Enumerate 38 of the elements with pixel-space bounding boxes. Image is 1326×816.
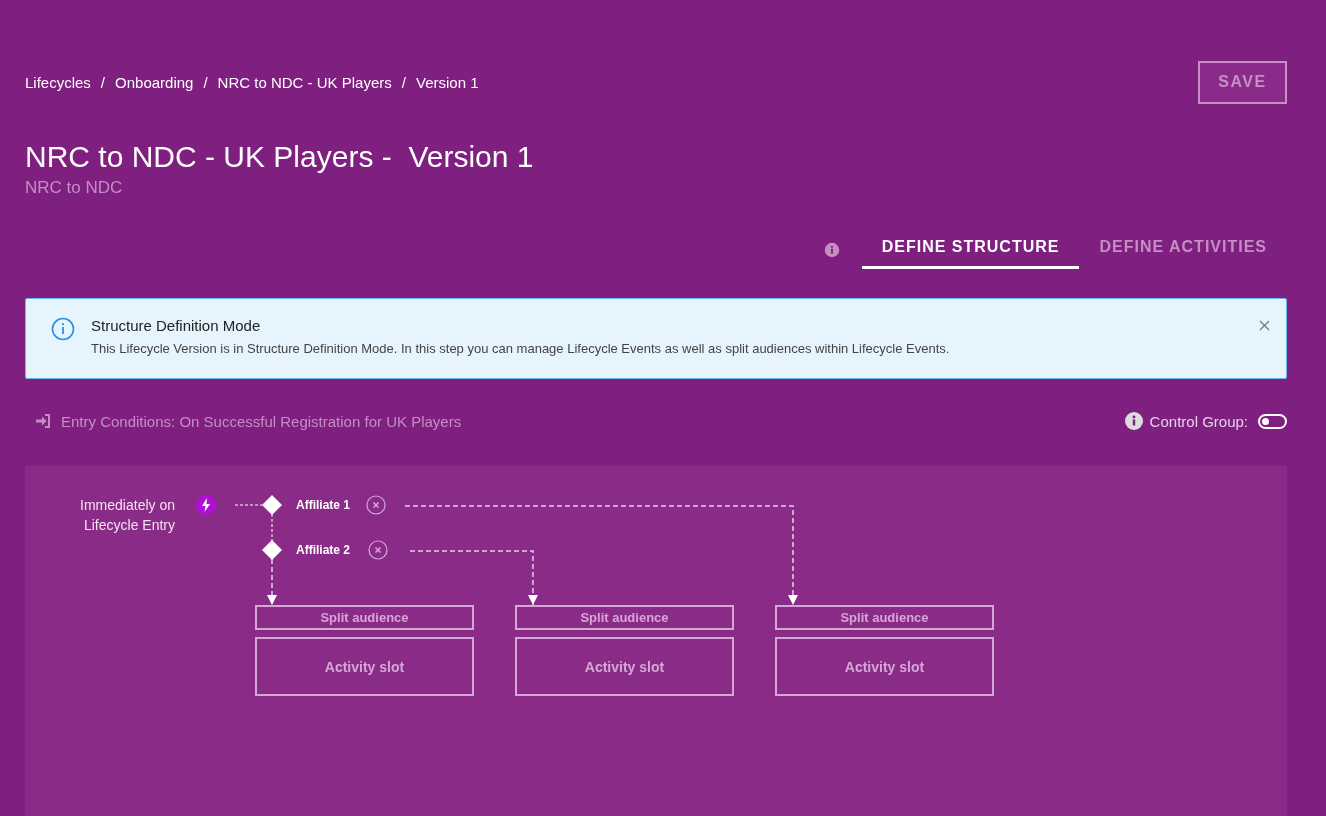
activity-slot[interactable]: Activity slot <box>255 637 474 696</box>
decision-diamond <box>262 495 282 515</box>
info-icon <box>823 241 840 258</box>
info-icon <box>1123 411 1144 431</box>
split-audience-box[interactable]: Split audience <box>255 605 474 630</box>
tab[interactable]: DEFINE ACTIVITIES <box>1079 230 1287 269</box>
page-subtitle: NRC to NDC <box>25 178 124 198</box>
page-title: NRC to NDC - UK Players - Version 1 <box>25 140 535 174</box>
breadcrumb-separator: / <box>203 73 208 91</box>
connector-line <box>271 513 273 542</box>
breadcrumb-separator: / <box>401 73 406 91</box>
trigger-label: Immediately on Lifecycle Entry <box>79 496 175 535</box>
decision-diamond <box>262 540 282 560</box>
breadcrumb-link[interactable]: NRC to NDC - UK Players <box>217 73 392 91</box>
breadcrumb-link[interactable]: Lifecycles <box>25 73 91 91</box>
branch-label: Affiliate 1 <box>296 497 350 513</box>
breadcrumb-link[interactable]: Version 1 <box>416 73 479 91</box>
close-button[interactable] <box>1259 319 1270 330</box>
lightning-icon <box>196 495 216 515</box>
control-group-toggle[interactable] <box>1258 413 1287 429</box>
remove-button[interactable] <box>366 495 386 515</box>
entry-conditions: Entry Conditions: On Successful Registration for UK Players <box>61 412 462 430</box>
alert-title: Structure Definition Mode <box>91 317 262 334</box>
breadcrumb-separator: / <box>100 73 106 91</box>
remove-button[interactable] <box>368 540 388 560</box>
tab[interactable]: DEFINE STRUCTURE <box>861 230 1080 269</box>
info-icon <box>51 317 75 341</box>
alert-message: This Lifecycle Version is in Structure Definition Mode. In this step you can manage Lifecycle Events as well as split audiences within Lifecycle Events. <box>91 341 950 356</box>
branch-label: Affiliate 2 <box>296 542 350 558</box>
connector-line <box>234 504 263 506</box>
split-audience-box[interactable]: Split audience <box>775 605 994 630</box>
breadcrumb-link[interactable]: Onboarding <box>115 73 194 91</box>
connector-arrow <box>267 558 277 606</box>
split-audience-box[interactable]: Split audience <box>515 605 734 630</box>
control-group-label: Control Group: <box>1149 412 1248 430</box>
activity-slot[interactable]: Activity slot <box>775 637 994 696</box>
sign-in-icon <box>35 413 51 429</box>
activity-slot[interactable]: Activity slot <box>515 637 734 696</box>
